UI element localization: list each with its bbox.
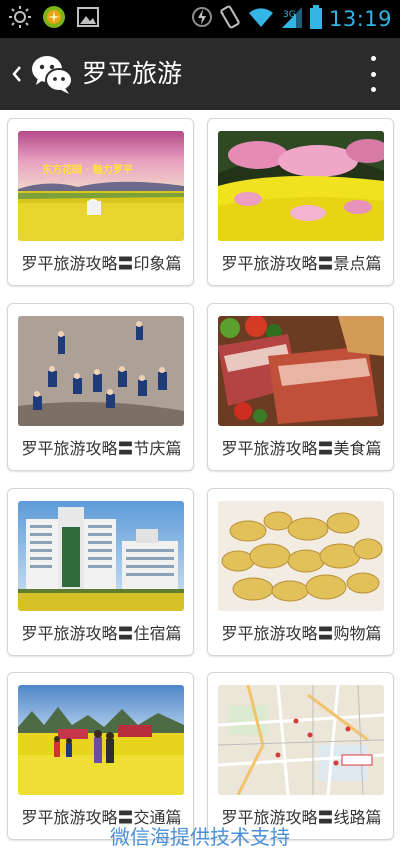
- image-icon: [76, 5, 100, 33]
- flash-icon: [191, 4, 212, 34]
- app-badge-icon: [42, 5, 66, 33]
- article-card-label: 罗平旅游攻略〓印象篇: [21, 254, 182, 273]
- vibrate-icon: [219, 4, 241, 34]
- article-card-label: 罗平旅游攻略〓节庆篇: [21, 439, 182, 458]
- canola-field-banner-image: 东方花园 · 魅力罗平: [18, 131, 184, 241]
- status-bar-left: [8, 6, 100, 32]
- brightness-icon: [8, 5, 32, 33]
- article-card-accommodation[interactable]: 罗平旅游攻略〓住宿篇: [7, 488, 194, 656]
- article-card-festival[interactable]: 罗平旅游攻略〓节庆篇: [7, 303, 194, 471]
- action-bar: 罗平旅游: [0, 38, 400, 110]
- battery-icon: [309, 5, 322, 33]
- signal-icon: 3G: [281, 5, 303, 33]
- clock-time: 13:19: [328, 7, 392, 31]
- route-map-image: [218, 685, 384, 795]
- hotel-building-image: [18, 501, 184, 611]
- overflow-menu-icon[interactable]: [368, 56, 378, 92]
- article-card-transport[interactable]: 罗平旅游攻略〓交通篇: [7, 672, 194, 840]
- banner-slogan: 东方花园 · 魅力罗平: [42, 165, 133, 176]
- chevron-left-icon[interactable]: [8, 60, 26, 88]
- svg-text:3G: 3G: [283, 10, 296, 20]
- article-card-attractions[interactable]: 罗平旅游攻略〓景点篇: [207, 118, 394, 286]
- tech-support-footer[interactable]: 微信海提供技术支持: [0, 822, 400, 852]
- wifi-icon: [248, 6, 274, 32]
- status-bar: 3G 13:19: [0, 0, 400, 38]
- article-card-label: 罗平旅游攻略〓购物篇: [221, 624, 382, 643]
- article-card-label: 罗平旅游攻略〓美食篇: [221, 439, 382, 458]
- page-title: 罗平旅游: [82, 59, 183, 88]
- article-card-shopping[interactable]: 罗平旅游攻略〓购物篇: [207, 488, 394, 656]
- article-card-label: 罗平旅游攻略〓景点篇: [221, 254, 382, 273]
- article-grid: 东方花园 · 魅力罗平 罗平旅游攻略〓印象篇 罗平旅游攻略〓景点篇 罗平旅游攻略…: [0, 110, 400, 854]
- article-card-route[interactable]: 罗平旅游攻略〓线路篇: [207, 672, 394, 840]
- article-card-label: 罗平旅游攻略〓住宿篇: [21, 624, 182, 643]
- article-card-food[interactable]: 罗平旅游攻略〓美食篇: [207, 303, 394, 471]
- blossom-landscape-image: [218, 131, 384, 241]
- wechat-logo-icon[interactable]: [30, 52, 74, 96]
- ginger-roots-image: [218, 501, 384, 611]
- flower-field-people-image: [18, 685, 184, 795]
- status-bar-right: 3G 13:19: [191, 4, 392, 34]
- cured-meat-image: [218, 316, 384, 426]
- article-card-impression[interactable]: 东方花园 · 魅力罗平 罗平旅游攻略〓印象篇: [7, 118, 194, 286]
- river-festival-image: [18, 316, 184, 426]
